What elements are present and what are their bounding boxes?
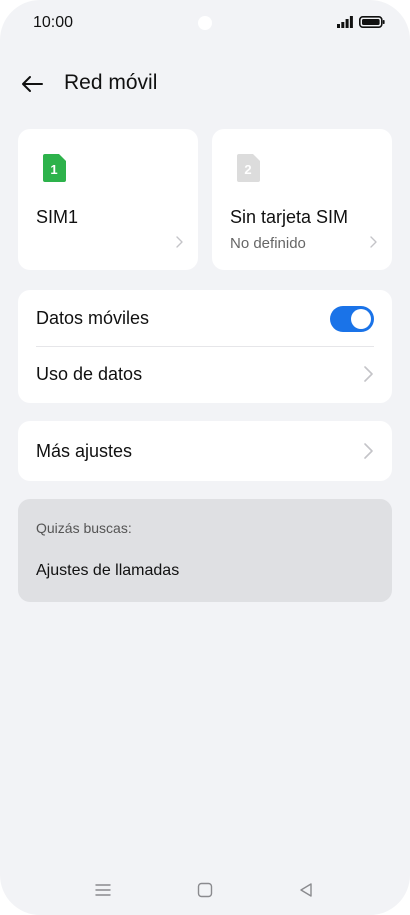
sim1-badge-number: 1: [50, 162, 57, 177]
mobile-data-toggle[interactable]: [330, 306, 374, 332]
sim2-badge-number: 2: [244, 162, 251, 177]
back-nav-button[interactable]: [296, 880, 316, 900]
top-app-bar: Red móvil: [0, 60, 410, 106]
home-button[interactable]: [195, 880, 215, 900]
sim-card-icon: 1: [43, 154, 66, 182]
more-settings-label: Más ajustes: [36, 441, 133, 461]
status-time: 10:00: [33, 14, 74, 31]
sim1-card[interactable]: 1 SIM1: [18, 129, 198, 270]
data-usage-label: Uso de datos: [36, 364, 143, 384]
sim2-card[interactable]: 2 Sin tarjeta SIM No definido: [212, 129, 392, 270]
suggestions-title: Quizás buscas:: [36, 520, 132, 536]
mobile-data-card: Datos móviles Uso de datos: [18, 290, 392, 403]
recents-button[interactable]: [93, 880, 113, 900]
sim-card-icon: 2: [237, 154, 260, 182]
chevron-right-icon: [364, 443, 373, 459]
triangle-back-icon: [300, 883, 312, 897]
phone-screen: 10:00 Red móvil 1 SIM1 2 Sin tarjeta SIM…: [0, 0, 410, 915]
front-camera-hole: [198, 16, 212, 30]
sim2-status: No definido: [230, 235, 306, 252]
back-button[interactable]: [18, 70, 46, 98]
toggle-knob: [351, 309, 371, 329]
arrow-left-icon: [22, 76, 43, 92]
chevron-right-icon: [370, 236, 377, 248]
square-icon: [197, 882, 213, 898]
data-usage-row[interactable]: Uso de datos: [36, 346, 374, 402]
menu-lines-icon: [95, 884, 111, 896]
mobile-data-label: Datos móviles: [36, 308, 150, 328]
page-title: Red móvil: [64, 71, 158, 94]
sim1-label: SIM1: [36, 207, 79, 227]
sim2-label: Sin tarjeta SIM: [230, 207, 349, 227]
chevron-right-icon: [364, 366, 373, 382]
more-settings-inner: Más ajustes: [36, 423, 374, 479]
signal-icon: [337, 16, 353, 28]
mobile-data-row[interactable]: Datos móviles: [36, 290, 374, 346]
chevron-right-icon: [176, 236, 183, 248]
suggestion-call-settings[interactable]: Ajustes de llamadas: [36, 562, 179, 580]
more-settings-row[interactable]: Más ajustes: [18, 421, 392, 481]
suggestions-card: Quizás buscas: Ajustes de llamadas: [18, 499, 392, 602]
system-navigation-bar: [0, 870, 410, 910]
battery-icon: [359, 16, 385, 28]
status-bar: 10:00: [0, 0, 410, 46]
